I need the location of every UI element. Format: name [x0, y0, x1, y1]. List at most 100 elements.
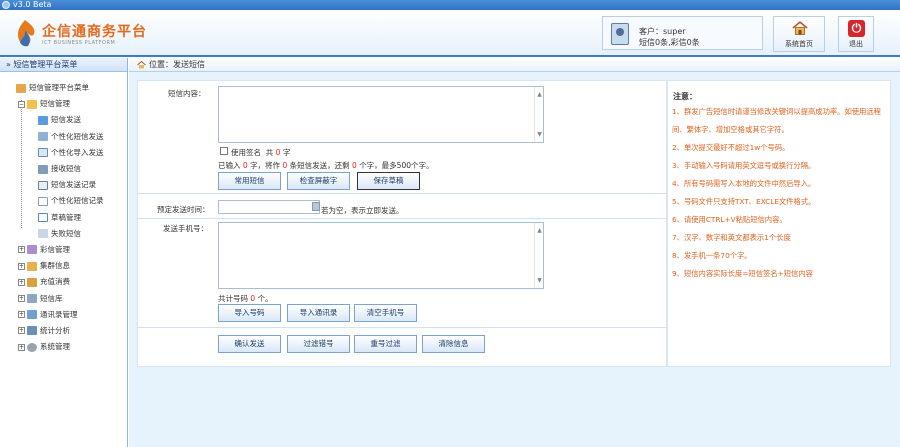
- expand-icon[interactable]: +: [18, 343, 25, 351]
- expand-icon[interactable]: +: [18, 295, 25, 303]
- clear-phones-button[interactable]: 清空手机号: [354, 304, 417, 322]
- save-draft-button[interactable]: 保存草稿: [357, 172, 420, 190]
- sidebar-item-receive-sms[interactable]: 接收短信: [0, 161, 127, 177]
- exit-button[interactable]: ⏻ 退出: [838, 16, 874, 52]
- filter-wrong-numbers-button[interactable]: 过滤错号: [287, 335, 350, 353]
- tree-group-mms[interactable]: + 彩信管理: [0, 242, 127, 258]
- phone-total-text: 共计号码 0 个。: [218, 294, 273, 303]
- scroll-up-icon[interactable]: ▲: [536, 227, 543, 234]
- note-item: 8、发手机一条70个字。: [672, 251, 752, 260]
- app-gear-icon: [2, 1, 10, 9]
- expand-icon[interactable]: +: [18, 246, 25, 254]
- user-label: 客户：super: [639, 27, 686, 36]
- document-arrow-icon: [38, 148, 48, 158]
- library-icon: [27, 294, 37, 304]
- import-numbers-button[interactable]: 导入号码: [218, 304, 281, 322]
- scroll-down-icon[interactable]: ▼: [536, 131, 543, 138]
- log-icon: [38, 180, 48, 190]
- sidebar-item-drafts[interactable]: 草稿管理: [0, 210, 127, 226]
- location-text: 位置：发送短信: [149, 60, 205, 69]
- sidebar-item-send-log[interactable]: 短信发送记录: [0, 177, 127, 193]
- textarea-scrollbar[interactable]: ▲ ▼: [534, 223, 543, 288]
- sidebar-item-import-send[interactable]: 个性化导入发送: [0, 145, 127, 161]
- sidebar-item-failed-sms[interactable]: 失败短信: [0, 226, 127, 242]
- home-button-label: 系统首页: [785, 40, 813, 48]
- send-sms-icon: [38, 115, 48, 125]
- note-item: 2、单次提交最好不超过1w个号码。: [672, 143, 790, 152]
- import-contacts-button[interactable]: 导入通讯录: [287, 304, 350, 322]
- check-blocked-words-button[interactable]: 检查屏蔽字: [287, 172, 350, 190]
- sidebar-item-send-sms[interactable]: 短信发送: [0, 112, 127, 128]
- expand-icon[interactable]: +: [18, 327, 25, 335]
- sidebar-item-personalized-log[interactable]: 个性化短信记录: [0, 193, 127, 209]
- notes-panel: 注意： 1、群发广告短信时请谨当修改关键词以提高成功率。如使用远程 间、繁体字、…: [667, 80, 891, 367]
- mms-icon: [27, 245, 37, 255]
- content-label: 短信内容：: [168, 89, 206, 98]
- exit-button-label: 退出: [849, 40, 863, 48]
- use-signature-checkbox[interactable]: [220, 147, 228, 155]
- section-divider: [137, 218, 667, 219]
- sms-content-textarea[interactable]: ▲ ▼: [218, 86, 544, 143]
- breadcrumb: 位置：发送短信: [129, 58, 900, 72]
- brand-name: 企信通商务平台: [42, 24, 147, 40]
- monitor-icon: [38, 132, 48, 142]
- common-sms-button[interactable]: 常用短信: [218, 172, 281, 190]
- house-icon: [792, 20, 808, 35]
- scroll-down-icon[interactable]: ▼: [536, 277, 543, 284]
- schedule-hint: 若为空，表示立即发送。: [321, 206, 404, 215]
- tree-group-cluster[interactable]: + 集群信息: [0, 258, 127, 274]
- home-folder-icon: [16, 83, 26, 93]
- tree-group-system[interactable]: + 系统管理: [0, 339, 127, 355]
- user-card-icon: [611, 23, 629, 45]
- tree-group-recharge[interactable]: + 充值消费: [0, 274, 127, 290]
- sidebar-item-personalized-send[interactable]: 个性化短信发送: [0, 129, 127, 145]
- stats-icon: [27, 326, 37, 336]
- sidebar-title: » 短信管理平台菜单: [0, 58, 127, 72]
- note-item: 5、号码文件只支持TXT、EXCLE文件格式。: [672, 197, 816, 206]
- notes-title: 注意：: [673, 92, 697, 101]
- inbox-icon: [38, 164, 48, 174]
- tree-group-sms[interactable]: − 短信管理: [0, 96, 127, 112]
- contacts-icon: [27, 310, 37, 320]
- scroll-up-icon[interactable]: ▲: [536, 91, 543, 98]
- home-small-icon: [137, 61, 146, 69]
- tree-group-stats[interactable]: + 统计分析: [0, 323, 127, 339]
- home-button[interactable]: 系统首页: [773, 16, 825, 52]
- textarea-scrollbar[interactable]: ▲ ▼: [534, 87, 543, 142]
- user-message-counts: 短信0条,彩信0条: [639, 38, 700, 47]
- phone-numbers-textarea[interactable]: ▲ ▼: [218, 222, 544, 289]
- phones-label: 发送手机号：: [163, 224, 208, 233]
- header: 企信通商务平台 ICT BUSINESS PLATFORM 客户：super 短…: [0, 10, 900, 57]
- calendar-icon[interactable]: [312, 202, 320, 211]
- tree-group-library[interactable]: + 短信库: [0, 290, 127, 306]
- tree-root[interactable]: 短信管理平台菜单: [0, 80, 127, 96]
- filter-duplicates-button[interactable]: 重号过滤: [354, 335, 417, 353]
- expand-icon[interactable]: +: [18, 262, 25, 270]
- note-item: 9、短信内容实际长度=短信签名+短信内容: [672, 269, 813, 278]
- note-item: 3、手动输入号码请用英文逗号或换行分隔。: [672, 161, 816, 170]
- brand-subtitle: ICT BUSINESS PLATFORM: [42, 40, 116, 46]
- power-icon: ⏻: [848, 20, 865, 37]
- draft-icon: [38, 213, 48, 223]
- note-item: 7、汉字、数字和英文都表示1个长度: [672, 233, 791, 242]
- schedule-time-input[interactable]: [218, 200, 320, 214]
- note-item: 4、所有号码需写入本地的文件中然后导入。: [672, 179, 816, 188]
- tree-group-contacts[interactable]: + 通讯录管理: [0, 307, 127, 323]
- note-item: 1、群发广告短信时请谨当修改关键词以提高成功率。如使用远程: [672, 107, 881, 116]
- expand-icon[interactable]: +: [18, 278, 25, 286]
- confirm-send-button[interactable]: 确认发送: [218, 335, 281, 353]
- document-icon: [38, 196, 48, 206]
- note-item: 6、请使用CTRL+V粘贴短信内容。: [672, 215, 787, 224]
- schedule-label: 预定发送时间：: [157, 205, 210, 214]
- sidebar-tree: 短信管理平台菜单 − 短信管理 短信发送 个性化短信发送 个性化导入发送 接收短…: [0, 72, 127, 355]
- window-titlebar: v3.0 Beta: [0, 0, 900, 10]
- expand-icon[interactable]: +: [18, 311, 25, 319]
- coins-icon: [27, 277, 37, 287]
- input-count-text: 已输入 0 字，将作 0 条短信发送，还剩 0 个字，最多500个字。: [218, 161, 434, 170]
- note-item: 间、繁体字、增加空格或其它字符。: [672, 125, 789, 134]
- collapse-icon[interactable]: −: [18, 100, 25, 108]
- section-divider: [137, 327, 667, 328]
- flame-logo-icon: [17, 20, 35, 47]
- window-title: v3.0 Beta: [13, 0, 52, 9]
- clear-info-button[interactable]: 清除信息: [422, 335, 485, 353]
